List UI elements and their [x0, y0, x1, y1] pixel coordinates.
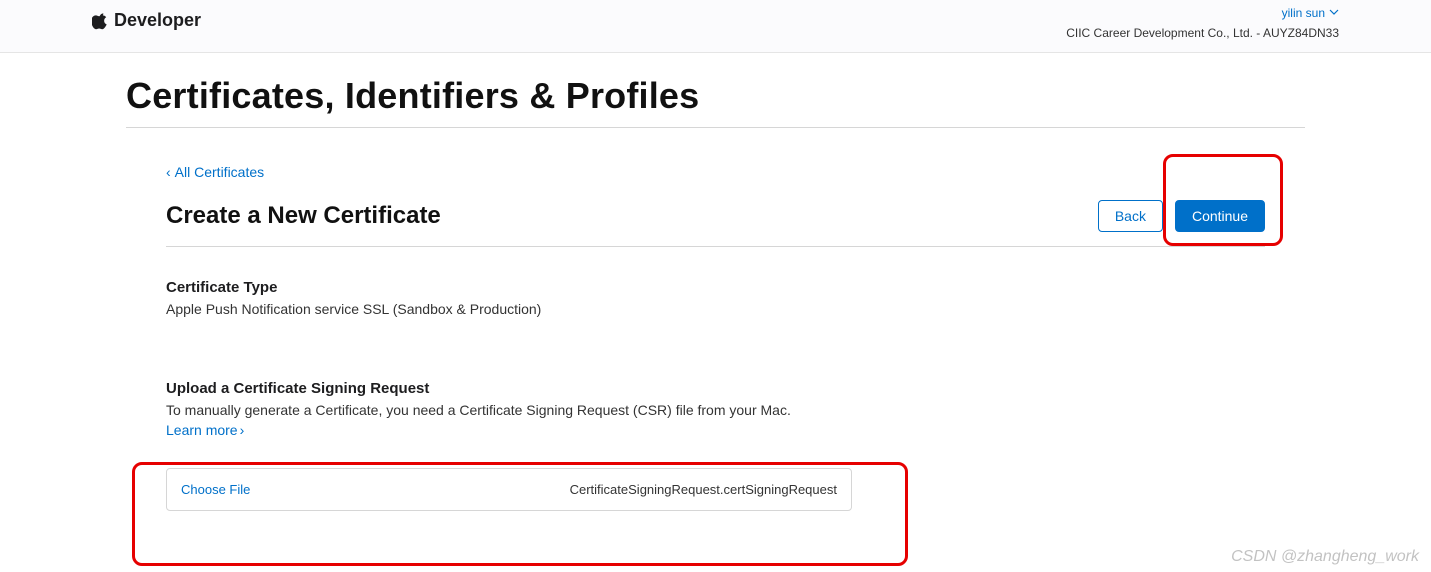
chevron-left-icon: ‹ [166, 164, 171, 180]
button-group: Back Continue [1098, 200, 1265, 232]
certificate-type-desc: Apple Push Notification service SSL (San… [166, 300, 1265, 320]
upload-section: Upload a Certificate Signing Request To … [166, 380, 1265, 512]
learn-more-label: Learn more [166, 422, 238, 438]
account-block: yilin sun CIIC Career Development Co., L… [1066, 6, 1339, 40]
page-title: Certificates, Identifiers & Profiles [126, 75, 1305, 128]
upload-desc: To manually generate a Certificate, you … [166, 401, 1265, 421]
certificate-type-heading: Certificate Type [166, 279, 1265, 296]
choose-file-button[interactable]: Choose File [181, 482, 250, 497]
chevron-down-icon [1329, 6, 1339, 20]
sub-title: Create a New Certificate [166, 202, 441, 230]
main-container: Certificates, Identifiers & Profiles ‹ A… [0, 75, 1431, 511]
file-area: Choose File CertificateSigningRequest.ce… [166, 468, 1265, 511]
brand-text: Developer [114, 10, 201, 31]
user-menu[interactable]: yilin sun [1066, 6, 1339, 20]
continue-button[interactable]: Continue [1175, 200, 1265, 232]
subheader-row: Create a New Certificate Back Continue [166, 200, 1265, 247]
content-area: ‹ All Certificates Create a New Certific… [126, 164, 1305, 511]
uploaded-file-name: CertificateSigningRequest.certSigningReq… [570, 482, 837, 497]
company-line: CIIC Career Development Co., Ltd. - AUYZ… [1066, 26, 1339, 40]
learn-more-link[interactable]: Learn more › [166, 422, 244, 438]
back-button[interactable]: Back [1098, 200, 1163, 232]
watermark: CSDN @zhangheng_work [1231, 548, 1419, 566]
brand[interactable]: Developer [92, 10, 201, 31]
file-upload-box: Choose File CertificateSigningRequest.ce… [166, 468, 852, 511]
breadcrumb[interactable]: ‹ All Certificates [166, 164, 1265, 180]
user-name: yilin sun [1282, 6, 1325, 20]
certificate-type-section: Certificate Type Apple Push Notification… [166, 279, 1265, 320]
apple-icon [92, 12, 108, 30]
chevron-right-icon: › [240, 422, 245, 438]
breadcrumb-label: All Certificates [175, 164, 264, 180]
top-bar: Developer yilin sun CIIC Career Developm… [0, 0, 1431, 53]
upload-heading: Upload a Certificate Signing Request [166, 380, 1265, 397]
